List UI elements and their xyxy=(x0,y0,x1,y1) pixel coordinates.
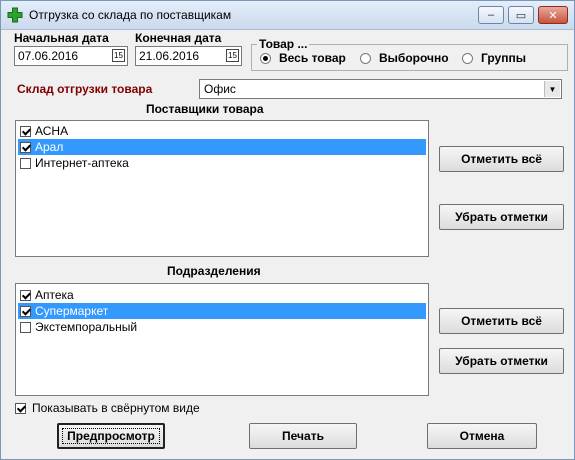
start-date-label: Начальная дата xyxy=(14,31,109,45)
calendar-icon[interactable]: 15 xyxy=(112,49,125,62)
close-icon: ✕ xyxy=(548,9,558,22)
divisions-uncheck-all-button[interactable]: Убрать отметки xyxy=(439,348,564,374)
suppliers-uncheck-all-button[interactable]: Убрать отметки xyxy=(439,204,564,230)
radio-label: Группы xyxy=(481,51,526,65)
list-item[interactable]: Арал xyxy=(18,139,426,155)
list-item-label: Аптека xyxy=(35,288,74,302)
list-item[interactable]: Интернет-аптека xyxy=(18,155,426,171)
checkbox[interactable] xyxy=(15,402,26,414)
window-title: Отгрузка со склада по поставщикам xyxy=(29,8,232,22)
goods-group-title: Товар ... xyxy=(257,37,310,51)
green-cross-icon xyxy=(7,7,23,23)
close-button[interactable]: ✕ xyxy=(538,6,568,24)
preview-button[interactable]: Предпросмотр xyxy=(57,423,165,449)
minimize-icon: – xyxy=(487,9,495,21)
list-item-label: Экстемпоральный xyxy=(35,320,138,334)
goods-groupbox: Товар ... Весь товар Выборочно Группы xyxy=(251,37,568,71)
checkbox[interactable] xyxy=(20,125,31,137)
divisions-heading: Подразделения xyxy=(167,264,261,278)
checkbox[interactable] xyxy=(20,141,31,153)
suppliers-list[interactable]: АСНА Арал Интернет-аптека xyxy=(15,120,429,257)
calendar-icon[interactable]: 15 xyxy=(226,49,239,62)
dialog-window: Отгрузка со склада по поставщикам – ▭ ✕ … xyxy=(0,0,575,460)
suppliers-heading: Поставщики товара xyxy=(146,102,264,116)
list-item[interactable]: АСНА xyxy=(18,123,426,139)
end-date-picker[interactable]: 21.06.2016 15 xyxy=(135,46,242,66)
minimize-button[interactable]: – xyxy=(478,6,504,24)
checkbox[interactable] xyxy=(20,305,31,317)
list-item[interactable]: Супермаркет xyxy=(18,303,426,319)
list-item-label: Интернет-аптека xyxy=(35,156,129,170)
radio-label: Весь товар xyxy=(279,51,346,65)
collapsed-view-checkbox[interactable]: Показывать в свёрнутом виде xyxy=(15,401,200,415)
radio-all-goods[interactable]: Весь товар xyxy=(260,51,346,65)
warehouse-select[interactable]: Офис ▼ xyxy=(199,79,562,99)
title-bar[interactable]: Отгрузка со склада по поставщикам – ▭ ✕ xyxy=(1,1,574,30)
radio-dot xyxy=(462,52,473,64)
divisions-check-all-button[interactable]: Отметить всё xyxy=(439,308,564,334)
checkbox[interactable] xyxy=(20,157,31,169)
start-date-value: 07.06.2016 xyxy=(18,49,79,63)
radio-label: Выборочно xyxy=(379,51,449,65)
start-date-picker[interactable]: 07.06.2016 15 xyxy=(14,46,128,66)
divisions-list[interactable]: Аптека Супермаркет Экстемпоральный xyxy=(15,283,429,396)
list-item-label: Супермаркет xyxy=(35,304,109,318)
warehouse-value: Офис xyxy=(204,82,236,96)
radio-dot xyxy=(260,52,271,64)
suppliers-check-all-button[interactable]: Отметить всё xyxy=(439,146,564,172)
checkbox[interactable] xyxy=(20,321,31,333)
radio-dot xyxy=(360,52,371,64)
collapsed-view-label: Показывать в свёрнутом виде xyxy=(32,401,200,415)
radio-selective[interactable]: Выборочно xyxy=(360,51,449,65)
list-item[interactable]: Аптека xyxy=(18,287,426,303)
radio-groups[interactable]: Группы xyxy=(462,51,526,65)
maximize-button[interactable]: ▭ xyxy=(508,6,534,24)
print-button[interactable]: Печать xyxy=(249,423,357,449)
checkbox[interactable] xyxy=(20,289,31,301)
warehouse-label: Склад отгрузки товара xyxy=(17,82,153,96)
list-item-label: Арал xyxy=(35,140,64,154)
end-date-label: Конечная дата xyxy=(135,31,222,45)
maximize-icon: ▭ xyxy=(515,9,527,22)
list-item[interactable]: Экстемпоральный xyxy=(18,319,426,335)
cancel-button[interactable]: Отмена xyxy=(427,423,537,449)
chevron-down-icon[interactable]: ▼ xyxy=(544,81,560,97)
list-item-label: АСНА xyxy=(35,124,69,138)
end-date-value: 21.06.2016 xyxy=(139,49,200,63)
